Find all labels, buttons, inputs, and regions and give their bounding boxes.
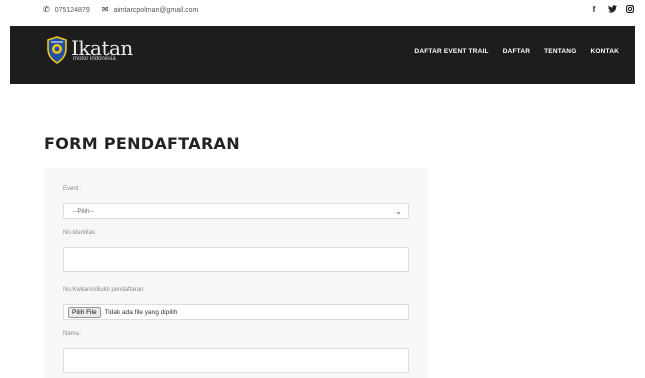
chevron-down-icon: ⌄ [395,207,402,216]
phone-icon: ✆ [43,5,50,14]
site-logo[interactable]: Ikatan motor indonesia [46,36,133,64]
event-select[interactable]: --Pilih-- ⌄ [63,203,409,219]
name-input[interactable] [63,348,409,373]
site-header: Ikatan motor indonesia DAFTAR EVENT TRAI… [10,26,635,84]
event-select-value: --Pilih-- [73,207,94,215]
logo-text: Ikatan motor indonesia [71,38,133,62]
social-links: f [589,4,635,15]
twitter-icon[interactable] [607,5,617,15]
phone-number: 075124879 [54,6,90,14]
contact-info: ✆ 075124879 ✉ aimtarcpolman@gmail.com [43,6,210,14]
receipt-label: No.Kwitansi/Bukti pendaftaran : [63,287,147,293]
identity-label: No.Identitas : [63,230,99,236]
top-contact-bar: ✆ 075124879 ✉ aimtarcpolman@gmail.com f [0,0,645,24]
logo-title: Ikatan [71,36,133,60]
nav-daftar[interactable]: DAFTAR [503,48,530,55]
event-label: Event : [63,186,82,192]
name-label: Nama : [63,331,83,337]
receipt-file-input[interactable]: Pilih File Tidak ada file yang dipilih [63,304,409,320]
page-title: FORM PENDAFTARAN [44,134,240,153]
shield-logo-icon [47,36,67,64]
instagram-icon[interactable] [625,4,635,15]
email-address[interactable]: aimtarcpolman@gmail.com [113,7,198,14]
nav-tentang[interactable]: TENTANG [544,48,576,55]
nav-kontak[interactable]: KONTAK [590,48,619,55]
facebook-icon[interactable]: f [589,5,599,15]
identity-input[interactable] [63,247,409,272]
choose-file-button[interactable]: Pilih File [68,306,101,318]
registration-form: Event : --Pilih-- ⌄ No.Identitas : No.Kw… [44,168,428,378]
nav-daftar-event-trail[interactable]: DAFTAR EVENT TRAIL [414,48,488,55]
file-status-text: Tidak ada file yang dipilih [104,308,178,316]
envelope-icon: ✉ [101,5,109,14]
main-nav: DAFTAR EVENT TRAIL DAFTAR TENTANG KONTAK [414,48,619,55]
